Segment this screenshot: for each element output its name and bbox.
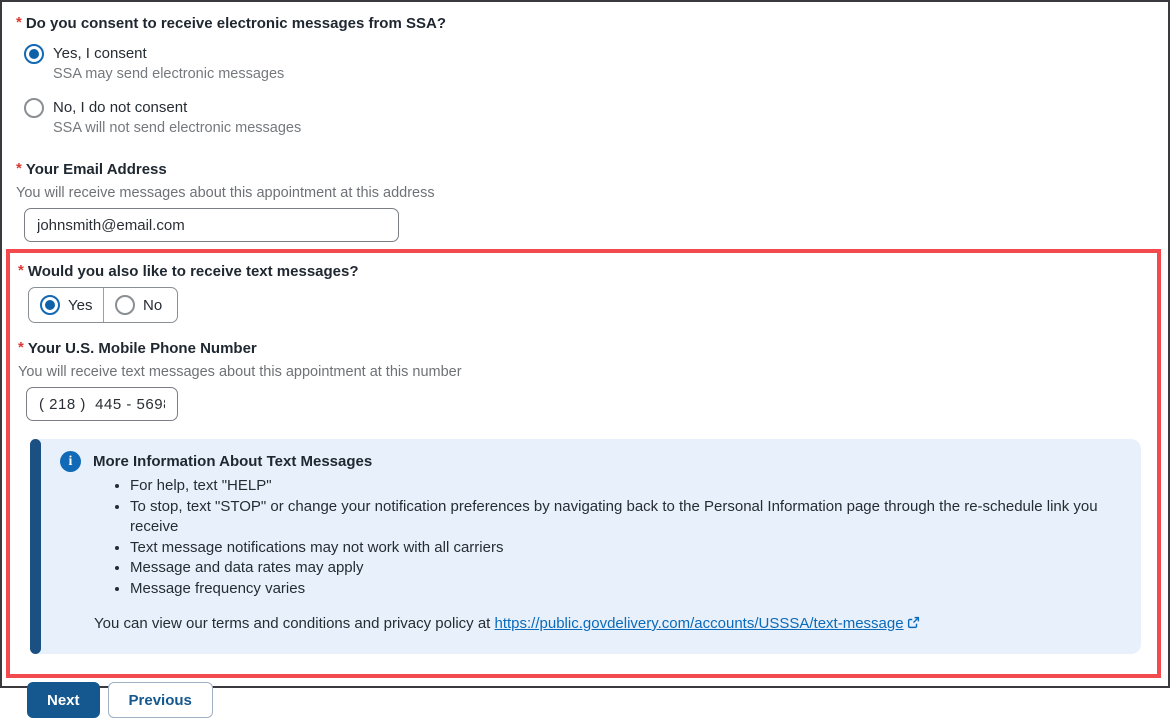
info-bullet: Text message notifications may not work …: [130, 538, 1121, 559]
next-button[interactable]: Next: [27, 682, 100, 718]
yes-option-label: Yes: [68, 296, 93, 314]
text-question-label: Would you also like to receive text mess…: [27, 263, 359, 280]
radio-selected-icon[interactable]: [24, 44, 44, 64]
required-asterisk: *: [16, 160, 22, 177]
email-input[interactable]: [24, 208, 399, 242]
email-field-block: * Your Email Address You will receive mes…: [16, 160, 1168, 242]
external-link-icon: [906, 615, 921, 634]
yes-no-radio-group: Yes No: [28, 287, 178, 323]
info-box-accent-bar: [30, 439, 41, 654]
email-label: Your Email Address: [25, 161, 167, 178]
email-helper-text: You will receive messages about this app…: [16, 185, 435, 201]
info-icon: i: [60, 451, 81, 472]
terms-line: You can view our terms and conditions an…: [94, 615, 1121, 634]
yes-option[interactable]: Yes: [29, 288, 103, 322]
consent-option-yes[interactable]: Yes, I consent: [24, 44, 1168, 64]
radio-unselected-icon[interactable]: [114, 295, 135, 315]
radio-unselected-icon[interactable]: [24, 98, 44, 118]
terms-prefix-text: You can view our terms and conditions an…: [94, 615, 495, 632]
radio-selected-icon[interactable]: [40, 295, 60, 315]
info-bullet: Message and data rates may apply: [130, 558, 1121, 579]
info-bullet: To stop, text "STOP" or change your noti…: [130, 497, 1121, 538]
highlighted-text-message-section: * Would you also like to receive text mes…: [6, 249, 1161, 678]
info-box-title: More Information About Text Messages: [93, 453, 373, 470]
consent-option-no-description: SSA will not send electronic messages: [53, 120, 302, 136]
required-asterisk: *: [16, 14, 22, 31]
required-asterisk: *: [18, 262, 24, 279]
required-asterisk: *: [18, 339, 24, 356]
contact-preferences-section: * Do you consent to receive electronic me…: [2, 2, 1168, 242]
no-option[interactable]: No: [102, 288, 177, 322]
info-bullet: For help, text "HELP": [130, 476, 1121, 497]
phone-input[interactable]: [26, 387, 178, 421]
info-bullet-list: For help, text "HELP" To stop, text "STO…: [60, 476, 1121, 599]
consent-question: * Do you consent to receive electronic me…: [16, 14, 1168, 34]
phone-field-block: * Your U.S. Mobile Phone Number You will …: [14, 339, 1145, 421]
text-message-info-box: i More Information About Text Messages F…: [30, 439, 1141, 654]
text-question-row: * Would you also like to receive text mes…: [14, 262, 1145, 282]
phone-label-row: * Your U.S. Mobile Phone Number: [14, 339, 1145, 359]
email-label-row: * Your Email Address: [16, 160, 1168, 180]
no-option-label: No: [142, 296, 163, 314]
info-bullet: Message frequency varies: [130, 579, 1121, 600]
consent-option-yes-description: SSA may send electronic messages: [53, 66, 285, 82]
consent-option-no-label: No, I do not consent: [53, 99, 188, 116]
phone-helper-text: You will receive text messages about thi…: [18, 364, 462, 380]
ssa-appointment-contact-form: { "consent_question": { "required_marker…: [0, 0, 1170, 718]
consent-option-no[interactable]: No, I do not consent: [24, 98, 1168, 118]
phone-label: Your U.S. Mobile Phone Number: [27, 340, 257, 357]
consent-question-label: Do you consent to receive electronic mes…: [25, 15, 446, 32]
previous-button[interactable]: Previous: [107, 682, 213, 718]
form-navigation: Next Previous: [27, 682, 1168, 718]
info-box-header: i More Information About Text Messages: [60, 451, 1121, 472]
terms-link[interactable]: https://public.govdelivery.com/accounts/…: [495, 615, 904, 632]
consent-option-yes-label: Yes, I consent: [53, 45, 147, 62]
